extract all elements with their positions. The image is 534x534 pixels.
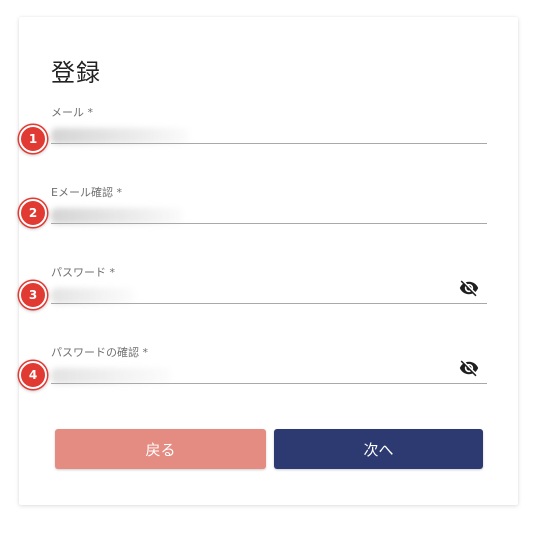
- password-confirm-underline: [51, 383, 487, 384]
- password-value-redacted: [51, 288, 135, 304]
- annotation-marker-1: 1: [19, 125, 47, 153]
- annotation-marker-4: 4: [19, 361, 47, 389]
- email-confirm-underline: [51, 223, 487, 224]
- password-visibility-toggle[interactable]: [457, 278, 481, 298]
- password-label: パスワード *: [51, 266, 115, 279]
- email-value-redacted: [51, 128, 189, 144]
- email-underline: [51, 143, 487, 144]
- password-confirm-field[interactable]: パスワードの確認 *: [51, 344, 487, 394]
- registration-card: 登録 メール * Eメール確認 * パスワード * パスワードの確認 * 戻る …: [19, 17, 518, 505]
- password-confirm-value-redacted: [51, 368, 171, 384]
- password-confirm-visibility-toggle[interactable]: [457, 358, 481, 378]
- email-confirm-label: Eメール確認 *: [51, 186, 122, 199]
- password-confirm-label: パスワードの確認 *: [51, 346, 148, 359]
- email-label: メール *: [51, 106, 93, 119]
- eye-off-icon: [459, 360, 479, 377]
- page-title: 登録: [51, 59, 101, 87]
- email-field[interactable]: メール *: [51, 104, 487, 154]
- password-underline: [51, 303, 487, 304]
- next-button[interactable]: 次へ: [274, 429, 483, 469]
- annotation-marker-2: 2: [19, 199, 47, 227]
- email-confirm-value-redacted: [51, 208, 183, 224]
- eye-off-icon: [459, 280, 479, 297]
- email-confirm-field[interactable]: Eメール確認 *: [51, 184, 487, 234]
- annotation-marker-3: 3: [19, 281, 47, 309]
- back-button[interactable]: 戻る: [55, 429, 266, 469]
- password-field[interactable]: パスワード *: [51, 264, 487, 314]
